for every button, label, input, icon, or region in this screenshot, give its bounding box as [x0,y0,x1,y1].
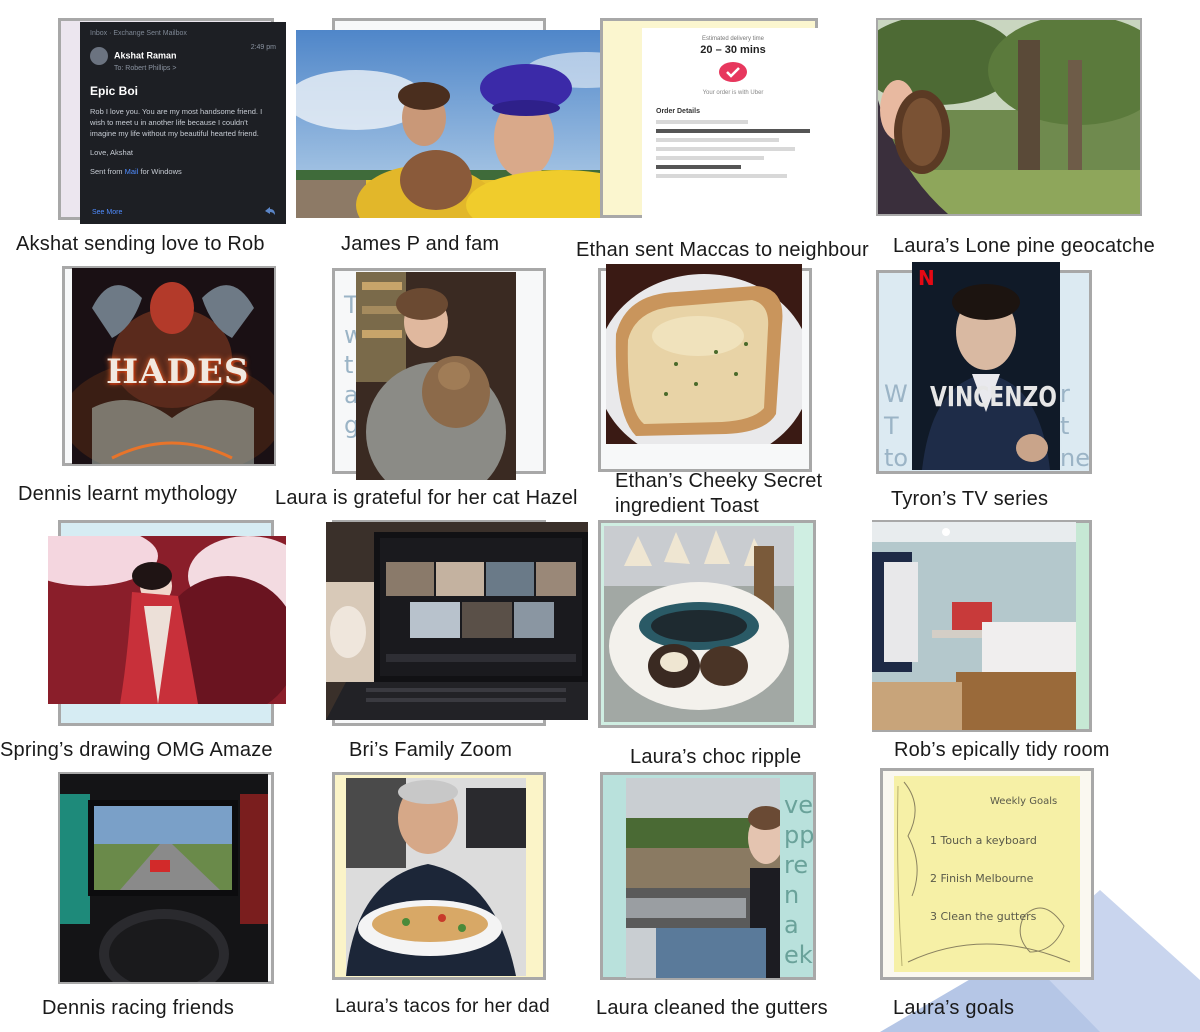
receipt-line [656,147,795,151]
note-item: 2 Finish Melbourne [930,872,1034,885]
receipt-line [656,120,749,124]
tacos-photo [346,778,526,976]
caption: Ethan sent Maccas to neighbour [576,239,869,261]
note-item: 1 Touch a keyboard [930,834,1037,847]
caption: Rob’s epically tidy room [894,739,1110,761]
order-details-title: Order Details [656,108,700,115]
email-header: Inbox · Exchange Sent Mailbox [90,30,187,37]
caption: James P and fam [341,233,500,255]
caption: Tyron’s TV series [891,488,1049,510]
background-text: r t ne [1060,380,1090,472]
hades-title: HADES [106,352,250,392]
drawing-artwork [48,536,286,704]
email-body: Rob I love you. You are my most handsome… [90,107,263,138]
vincenzo-poster: N VINCENZO [912,262,1060,470]
order-status: Your order is with Uber [702,90,764,96]
receipt-line [656,165,741,169]
check-icon [719,62,747,82]
caption: Laura is grateful for her cat Hazel [275,487,578,509]
caption: Ethan’s Cheeky Secret ingredient Toast [615,470,823,517]
toast-photo [606,264,802,444]
receipt-line [656,174,787,178]
caption: Akshat sending love to Rob [16,233,265,255]
caption: Bri’s Family Zoom [349,739,513,761]
zoom-call-photo [326,522,588,720]
email-subject: Epic Boi [90,84,139,98]
caption: Spring’s drawing OMG Amaze [0,739,273,761]
vincenzo-title: VINCENZO [930,380,1057,413]
caption: Laura’s choc ripple [630,746,802,768]
selfie-photo [296,30,642,218]
see-more-link: See More [92,209,123,216]
delivery-receipt: Estimated delivery time 20 – 30 mins You… [642,28,824,218]
background-text: W Tto [884,380,909,472]
email-time: 2:49 pm [250,44,276,51]
caption: Dennis racing friends [42,997,235,1019]
note-title: Weekly Goals [990,796,1058,807]
email-screenshot: Inbox · Exchange Sent Mailbox Akshat Ram… [80,22,286,224]
caption: Laura’s Lone pine geocatche [893,235,1155,257]
background-text: ve pp re n a ek [784,791,815,969]
caption: Dennis learnt mythology [18,483,238,505]
bedroom-photo [872,522,1076,730]
eta-label: Estimated delivery time [701,36,765,42]
racing-setup-photo [60,774,268,982]
netflix-logo: N [918,266,935,290]
caption: Laura’s goals [893,997,1015,1019]
caption: Laura cleaned the gutters [596,997,828,1019]
eta-value: 20 – 30 mins [700,44,766,56]
email-signoff: Love, Akshat [90,148,133,157]
receipt-line [656,138,780,142]
cake-photo [604,526,794,722]
avatar [90,47,108,65]
email-sender: Akshat Raman [114,50,177,61]
email-recipient: To: Robert Phillips > [114,65,177,72]
cat-photo [356,272,516,480]
email-sent-from: Sent from Mail for Windows [90,167,182,176]
gutters-photo [626,778,780,978]
note-item: 3 Clean the gutters [930,910,1037,923]
receipt-line [656,129,810,133]
caption: Laura’s tacos for her dad [335,996,550,1017]
sticky-note: Weekly Goals 1 Touch a keyboard 2 Finish… [894,776,1080,972]
receipt-line [656,156,764,160]
hades-poster: HADES [72,268,274,464]
pine-cone-photo [878,20,1140,214]
reply-icon [265,207,275,215]
